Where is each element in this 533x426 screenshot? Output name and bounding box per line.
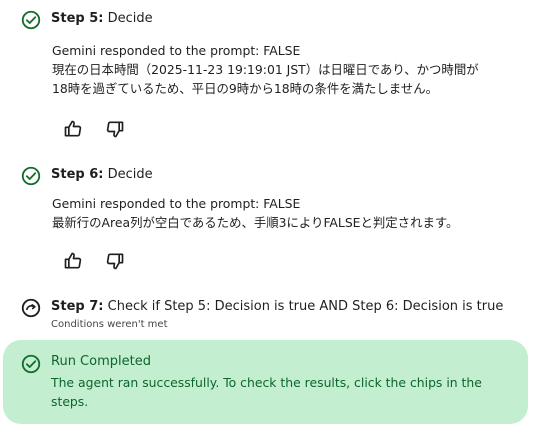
step-6-header: Step 6: Decide: [0, 164, 533, 186]
step-name: Decide: [107, 167, 153, 182]
thumbs-up-button[interactable]: [62, 118, 84, 140]
response-line: 18時を過ぎているため、平日の9時から18時の条件を満たしません。: [52, 81, 438, 96]
step-7-title: Step 7: Check if Step 5: Decision is tru…: [51, 298, 503, 316]
thumbs-up-icon: [64, 120, 82, 137]
thumbs-down-button[interactable]: [104, 118, 126, 140]
check-circle-icon: [21, 10, 41, 30]
thumbs-down-icon: [106, 253, 124, 270]
agent-run-log: Step 5: Decide Gemini responded to the p…: [0, 0, 533, 426]
step-5-response: Gemini responded to the prompt: FALSE 現在…: [52, 41, 479, 98]
step-5-title: Step 5: Decide: [51, 10, 153, 28]
step-6-title: Step 6: Decide: [51, 166, 153, 184]
run-description: The agent ran successfully. To check the…: [51, 375, 482, 409]
run-completed-banner: Run Completed The agent ran successfully…: [3, 340, 528, 424]
step-5: Step 5: Decide: [0, 8, 533, 30]
thumbs-down-icon: [106, 121, 124, 138]
thumbs-up-button[interactable]: [62, 250, 84, 272]
thumbs-up-icon: [64, 252, 82, 269]
step-number: Step 7:: [51, 299, 104, 314]
response-label: Gemini responded to the prompt: FALSE: [52, 196, 301, 211]
step-6-feedback: [62, 250, 126, 272]
step-7-header: Step 7: Check if Step 5: Decision is tru…: [0, 296, 533, 318]
check-circle-icon: [21, 354, 41, 374]
step-6: Step 6: Decide: [0, 164, 533, 186]
step-5-header: Step 5: Decide: [0, 8, 533, 30]
response-line: 現在の日本時間（2025-11-23 19:19:01 JST）は日曜日であり、…: [52, 62, 479, 77]
response-line: 最新行のArea列が空白であるため、手順3によりFALSEと判定されます。: [52, 215, 459, 230]
response-label: Gemini responded to the prompt: FALSE: [52, 43, 301, 58]
step-6-response: Gemini responded to the prompt: FALSE 最新…: [52, 194, 458, 232]
step-number: Step 5:: [51, 11, 104, 26]
step-number: Step 6:: [51, 167, 104, 182]
check-circle-icon: [21, 166, 41, 186]
step-name: Check if Step 5: Decision is true AND St…: [107, 299, 504, 314]
step-7: Step 7: Check if Step 5: Decision is tru…: [0, 296, 533, 318]
skipped-circle-icon: [21, 298, 41, 318]
step-5-feedback: [62, 118, 126, 140]
step-7-note: Conditions weren't met: [51, 319, 168, 330]
thumbs-down-button[interactable]: [104, 250, 126, 272]
run-title: Run Completed: [51, 354, 151, 369]
step-name: Decide: [107, 11, 153, 26]
